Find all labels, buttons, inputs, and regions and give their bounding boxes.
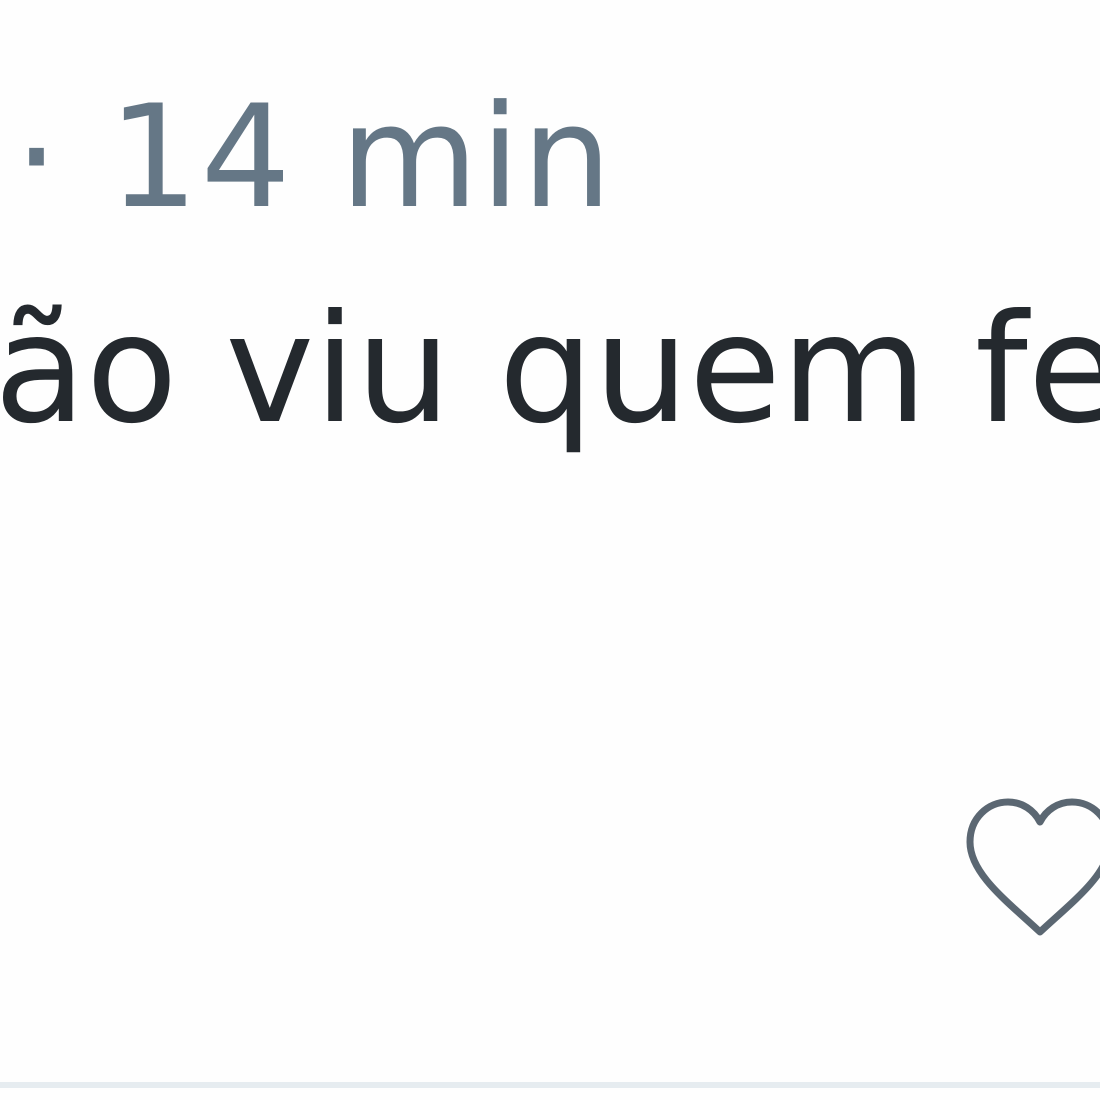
- meta-separator: ·: [14, 75, 62, 240]
- post-divider: [0, 1082, 1100, 1088]
- heart-outline-icon: [966, 798, 1100, 936]
- post-text: ão viu quem fecho: [0, 283, 1100, 457]
- post-timestamp[interactable]: 14 min: [108, 75, 614, 240]
- post-card: · 14 min ão viu quem fecho: [0, 0, 1100, 1100]
- like-button[interactable]: [960, 790, 1100, 950]
- post-meta: · 14 min: [14, 78, 614, 238]
